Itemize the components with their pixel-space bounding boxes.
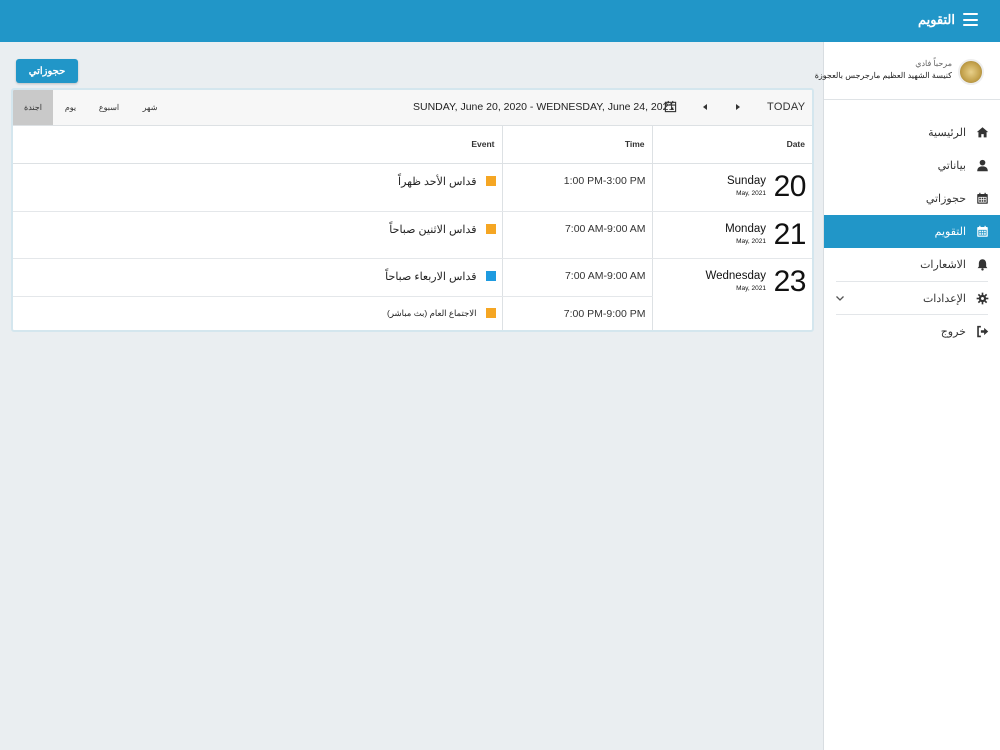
event-title: قداس الأحد ظهراً [398, 175, 477, 188]
calendar-toolbar: اجندة يوم اسبوع شهر SUNDAY, June 20, 202… [13, 90, 812, 126]
home-icon [976, 127, 989, 138]
calendar-icon [977, 192, 988, 204]
top-app-bar: التقويم [0, 0, 1000, 42]
month-year: May, 2021 [736, 284, 766, 292]
next-arrow-icon[interactable] [734, 103, 742, 111]
church-logo [958, 59, 984, 85]
month-year: May, 2021 [736, 189, 766, 197]
today-button[interactable]: TODAY [767, 101, 805, 113]
sign-out-icon [977, 325, 989, 338]
event-cell[interactable]: الاجتماع العام (بث مباشر) [13, 296, 503, 330]
previous-arrow-icon[interactable] [701, 103, 709, 111]
time-cell: 1:00 PM-3:00 PM [502, 163, 653, 212]
date-cell: 21 Monday May, 2021 [652, 211, 812, 259]
chevron-down-icon[interactable] [834, 292, 846, 304]
time-cell: 7:00 PM-9:00 PM [502, 296, 653, 330]
event-cell[interactable]: قداس الأحد ظهراً [13, 163, 503, 212]
bell-icon [977, 259, 988, 271]
table-row: قداس الأحد ظهراً 1:00 PM-3:00 PM 20 Sund… [13, 163, 812, 212]
column-header-date: Date [652, 126, 812, 164]
view-week-button[interactable]: اسبوع [88, 90, 130, 125]
calendar-icon [977, 225, 988, 237]
date-cell: 23 Wednesday May, 2021 [652, 258, 812, 330]
sidebar-item-label: بياناتي [937, 160, 966, 172]
church-name: كنيسة الشهيد العظيم مارجرجس بالعجوزة [814, 71, 952, 80]
sidebar-item-settings[interactable]: الإعدادات [834, 281, 989, 314]
sidebar-item-home[interactable]: الرئيسية [824, 116, 1000, 149]
event-cell[interactable]: قداس الاربعاء صباحاً [13, 258, 503, 297]
event-color-swatch [485, 271, 496, 281]
sidebar-item-label: الرئيسية [928, 127, 966, 139]
view-switcher: اجندة يوم اسبوع شهر [13, 90, 170, 125]
event-title: قداس الاثنين صباحاً [389, 223, 477, 236]
agenda-table: Event Time Date قداس الأحد ظهراً 1:00 PM… [13, 126, 812, 330]
time-cell: 7:00 AM-9:00 AM [502, 211, 653, 259]
view-day-button[interactable]: يوم [53, 90, 88, 125]
table-row: قداس الاثنين صباحاً 7:00 AM-9:00 AM 21 M… [13, 211, 812, 259]
greeting-text: مرحباً فادي [915, 59, 952, 68]
day-name: Sunday [726, 174, 766, 187]
column-header-time: Time [502, 126, 653, 164]
sidebar-item-profile[interactable]: بياناتي [824, 149, 1000, 182]
sidebar: مرحباً فادي كنيسة الشهيد العظيم مارجرجس … [815, 42, 1000, 750]
sidebar-item-label: خروج [940, 326, 966, 338]
my-reservations-button[interactable]: حجوزاتي [16, 59, 78, 83]
view-agenda-button[interactable]: اجندة [13, 90, 53, 125]
user-icon [977, 159, 988, 172]
sidebar-item-label: حجوزاتي [925, 193, 966, 205]
table-row: قداس الاربعاء صباحاً 7:00 AM-9:00 AM 23 … [13, 258, 812, 298]
sidebar-item-calendar[interactable]: التقويم [824, 215, 1000, 248]
event-title: قداس الاربعاء صباحاً [385, 270, 477, 283]
day-number: 23 [773, 264, 807, 298]
table-header-row: Event Time Date [13, 126, 812, 164]
sidebar-item-label: الاشعارات [920, 259, 966, 271]
page-title: التقويم [917, 12, 955, 27]
sidebar-item-logout[interactable]: خروج [836, 314, 989, 347]
sidebar-nav: الرئيسية بياناتي حجوزاتي التقويم الاشعار… [824, 116, 1000, 347]
day-number: 20 [773, 169, 807, 203]
calendar-panel: اجندة يوم اسبوع شهر SUNDAY, June 20, 202… [11, 88, 814, 332]
event-title: الاجتماع العام (بث مباشر) [387, 307, 477, 318]
sidebar-item-label: الإعدادات [922, 293, 966, 305]
sidebar-item-reservations[interactable]: حجوزاتي [824, 182, 1000, 215]
date-range-label: SUNDAY, June 20, 2020 - WEDNESDAY, June … [413, 101, 675, 113]
event-color-swatch [485, 176, 496, 186]
event-cell[interactable]: قداس الاثنين صباحاً [13, 211, 503, 259]
calendar-picker-icon[interactable] [664, 100, 677, 113]
user-profile: مرحباً فادي كنيسة الشهيد العظيم مارجرجس … [815, 42, 1000, 100]
view-month-button[interactable]: شهر [130, 90, 170, 125]
sidebar-item-label: التقويم [934, 226, 966, 238]
hamburger-icon[interactable] [963, 13, 978, 26]
event-color-swatch [485, 224, 496, 234]
column-header-event: Event [13, 126, 503, 164]
day-name: Wednesday [705, 269, 766, 282]
sidebar-item-notifications[interactable]: الاشعارات [824, 248, 1000, 281]
date-cell: 20 Sunday May, 2021 [652, 163, 812, 212]
day-number: 21 [773, 217, 807, 251]
event-color-swatch [485, 308, 496, 318]
gear-icon [976, 292, 989, 305]
month-year: May, 2021 [736, 237, 766, 245]
time-cell: 7:00 AM-9:00 AM [502, 258, 653, 297]
day-name: Monday [725, 222, 766, 235]
